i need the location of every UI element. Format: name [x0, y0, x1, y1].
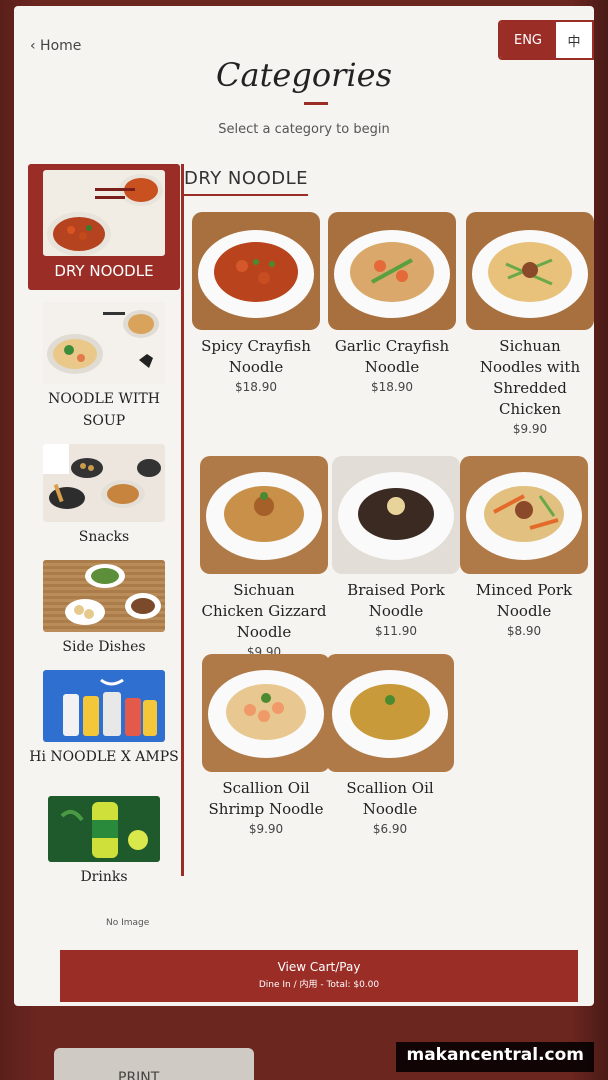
- menu-item-sichuan-noodles-shredded-chicken[interactable]: Sichuan Noodles with Shredded Chicken $9…: [466, 212, 594, 436]
- dish-image: [200, 456, 328, 574]
- kiosk-screen: ‹ Home ENG 中 Categories Select a categor…: [14, 6, 594, 1006]
- dish-image: [460, 456, 588, 574]
- category-label: Snacks: [78, 529, 130, 545]
- cart-label: View Cart/Pay: [277, 960, 361, 974]
- category-snacks[interactable]: Snacks: [28, 444, 180, 548]
- category-label: Drinks: [80, 869, 128, 885]
- section-title: DRY NOODLE: [184, 168, 308, 189]
- menu-item-minced-pork-noodle[interactable]: Minced Pork Noodle $8.90: [460, 456, 588, 638]
- menu-item-scallion-oil-noodle[interactable]: Scallion Oil Noodle $6.90: [326, 654, 454, 836]
- dish-image: [466, 212, 594, 330]
- page-title: Categories: [216, 56, 392, 94]
- dish-image: [192, 212, 320, 330]
- category-image: [43, 560, 165, 632]
- menu-item-braised-pork-noodle[interactable]: Braised Pork Noodle $11.90: [332, 456, 460, 638]
- lang-chinese-button[interactable]: 中: [556, 22, 592, 58]
- category-label: NOODLE WITH SOUP: [48, 391, 160, 429]
- menu-item-garlic-crayfish-noodle[interactable]: Garlic Crayfish Noodle $18.90: [328, 212, 456, 394]
- category-hi-noodle-x-amps[interactable]: Hi NOODLE X AMPS: [28, 670, 180, 768]
- menu-item-spicy-crayfish-noodle[interactable]: Spicy Crayfish Noodle $18.90: [192, 212, 320, 394]
- dish-price: $18.90: [235, 380, 277, 394]
- menu-item-scallion-oil-shrimp-noodle[interactable]: Scallion Oil Shrimp Noodle $9.90: [202, 654, 330, 836]
- dish-price: $11.90: [375, 624, 417, 638]
- dish-price: $9.90: [512, 422, 548, 436]
- menu-item-sichuan-chicken-gizzard-noodle[interactable]: Sichuan Chicken Gizzard Noodle $9.90: [200, 456, 328, 659]
- category-label: DRY NOODLE: [54, 262, 154, 280]
- category-sidebar: DRY NOODLE NOODLE WITH SOUP Snacks Side …: [28, 164, 184, 885]
- lang-eng-button[interactable]: ENG: [500, 22, 556, 58]
- dish-name: Spicy Crayfish Noodle: [201, 337, 311, 376]
- category-drinks[interactable]: Drinks: [28, 796, 180, 888]
- dish-image: [328, 212, 456, 330]
- category-noodle-with-soup[interactable]: NOODLE WITH SOUP: [28, 302, 180, 432]
- category-image: [43, 444, 165, 522]
- dish-price: $9.90: [248, 822, 284, 836]
- dish-name: Minced Pork Noodle: [475, 581, 573, 620]
- language-switch: ENG 中: [498, 20, 594, 60]
- dish-name: Sichuan Noodles with Shredded Chicken: [479, 337, 581, 418]
- dish-price: $6.90: [372, 822, 408, 836]
- category-dry-noodle[interactable]: DRY NOODLE: [28, 164, 180, 290]
- category-label: Hi NOODLE X AMPS: [29, 749, 179, 765]
- no-image-label: No Image: [106, 918, 150, 928]
- dish-name: Scallion Oil Noodle: [346, 779, 434, 818]
- category-image: [43, 170, 165, 256]
- dish-name: Garlic Crayfish Noodle: [334, 337, 450, 376]
- dish-price: $8.90: [506, 624, 542, 638]
- cart-total: Dine In / 内用 - Total: $0.00: [258, 980, 380, 990]
- dish-image: [332, 456, 460, 574]
- category-image: [48, 796, 160, 862]
- section-underline: [184, 194, 308, 196]
- dish-image: [202, 654, 330, 772]
- dish-price: $18.90: [371, 380, 413, 394]
- page-subtitle: Select a category to begin: [218, 122, 390, 137]
- dish-name: Scallion Oil Shrimp Noodle: [208, 779, 324, 818]
- category-label: Side Dishes: [62, 639, 146, 655]
- dish-name: Braised Pork Noodle: [347, 581, 445, 620]
- dish-image: [326, 654, 454, 772]
- category-image: [43, 670, 165, 742]
- receipt-printer-slot: PRINT: [54, 1048, 254, 1080]
- category-image: [43, 302, 165, 384]
- category-side-dishes[interactable]: Side Dishes: [28, 560, 180, 658]
- watermark: makancentral.com: [396, 1042, 594, 1072]
- title-underline: [304, 102, 328, 105]
- view-cart-button[interactable]: View Cart/Pay Dine In / 内用 - Total: $0.0…: [60, 950, 578, 1002]
- home-link[interactable]: ‹ Home: [30, 38, 81, 54]
- dish-name: Sichuan Chicken Gizzard Noodle: [201, 581, 327, 641]
